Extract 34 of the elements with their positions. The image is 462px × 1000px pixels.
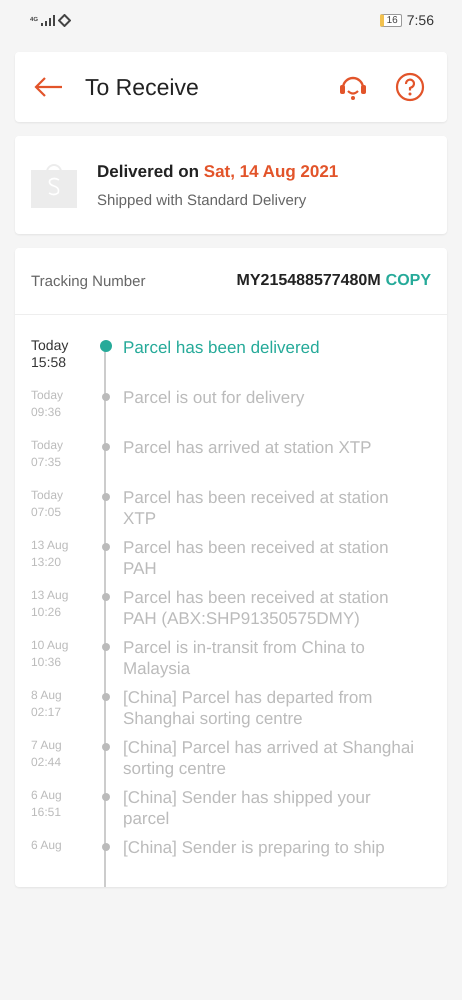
event-description: [China] Parcel has departed from Shanghai sorting centre [123, 687, 374, 730]
event-description: [China] Sender is preparing to ship [123, 837, 386, 859]
event-time: Today 07:35 [31, 437, 64, 471]
event-description: Parcel has been received at station PAH (ABX:SHP91350575DMY) [123, 587, 390, 630]
event-time: 8 Aug 02:17 [31, 687, 63, 721]
tracking-label: Tracking Number [31, 272, 146, 290]
event-time: 13 Aug 13:20 [31, 537, 70, 571]
signal-icon [41, 14, 56, 26]
tracking-number: MY215488577480M [236, 272, 381, 290]
status-time: 7:56 [406, 12, 434, 28]
event-time: Today 15:58 [31, 337, 70, 372]
event-description: Parcel is out for delivery [123, 387, 306, 409]
event-time: 6 Aug 16:51 [31, 787, 63, 821]
event-description: [China] Sender has shipped your parcel [123, 787, 372, 830]
event-description: Parcel has been received at station XTP [123, 487, 390, 530]
event-time: 7 Aug 02:44 [31, 737, 63, 771]
event-description: Parcel has been delivered [123, 337, 321, 359]
page-title: To Receive [85, 74, 200, 100]
event-time: Today 07:05 [31, 487, 64, 521]
back-icon[interactable] [33, 76, 63, 98]
diamond-icon [58, 14, 72, 26]
event-description: Parcel has been received at station PAH [123, 537, 390, 580]
event-time: Today 09:36 [31, 387, 64, 421]
event-description: [China] Parcel has arrived at Shanghai sorting centre [123, 737, 416, 780]
delivery-status: Delivered on Sat, 14 Aug 2021 [97, 162, 338, 182]
copy-button[interactable]: COPY [386, 272, 431, 290]
event-description: Parcel is in-transit from China to Malaysia [123, 637, 366, 680]
battery-icon: 16 [380, 14, 402, 26]
event-time: 13 Aug 10:26 [31, 587, 70, 621]
event-description: Parcel has arrived at station XTP [123, 437, 373, 459]
delivery-method: Shipped with Standard Delivery [97, 192, 308, 208]
help-icon[interactable] [395, 72, 425, 102]
event-time: 10 Aug 10:36 [31, 637, 70, 671]
event-time: 6 Aug [31, 837, 63, 854]
